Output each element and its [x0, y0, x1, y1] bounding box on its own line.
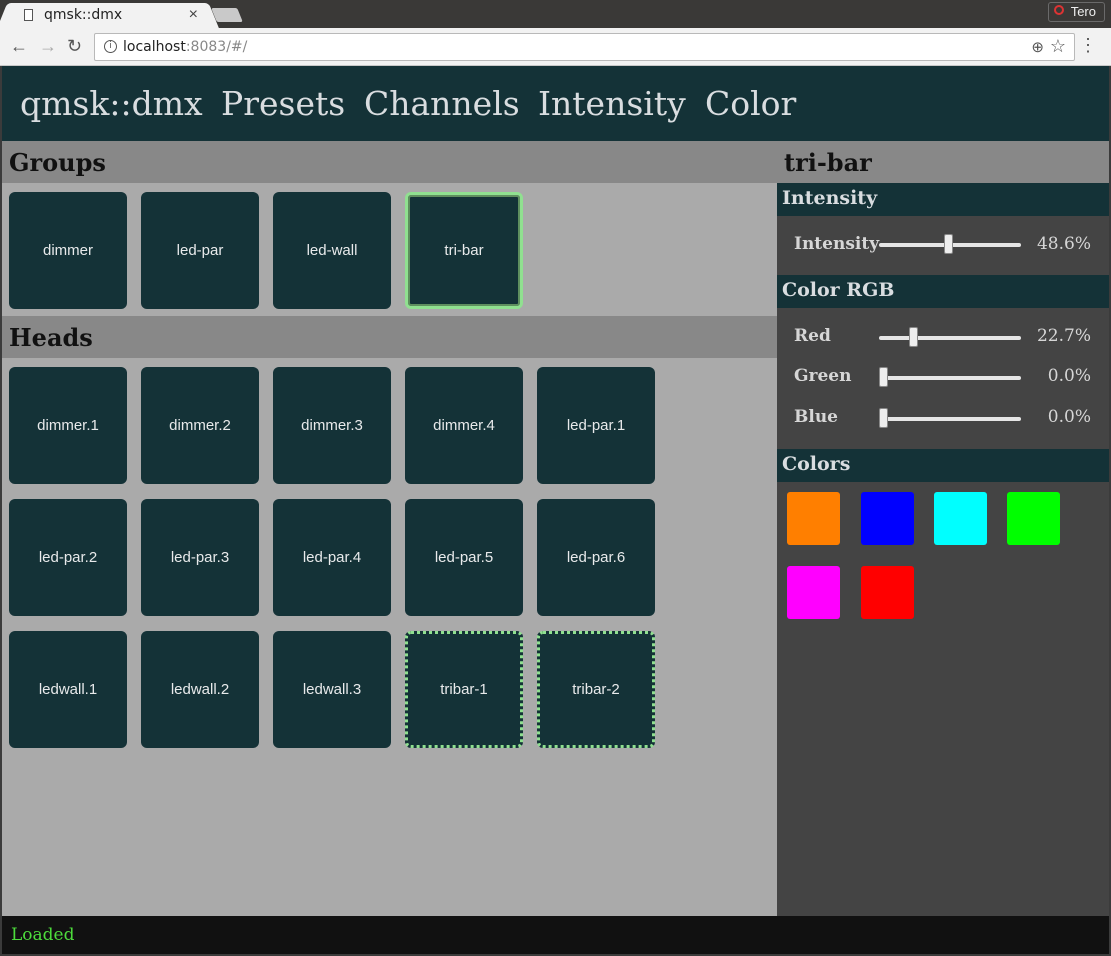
- intensity-slider[interactable]: [879, 234, 1021, 254]
- browser-tabstrip: qmsk::dmx × Tero: [0, 0, 1111, 29]
- nav-intensity[interactable]: Intensity: [538, 84, 686, 123]
- head-tile[interactable]: led-par.3: [141, 499, 259, 616]
- red-slider[interactable]: [879, 327, 1021, 347]
- app: qmsk::dmx Presets Channels Intensity Col…: [2, 66, 1109, 954]
- red-label: Red: [794, 326, 831, 346]
- group-tile[interactable]: led-wall: [273, 192, 391, 309]
- bookmark-star-icon[interactable]: ☆: [1050, 36, 1066, 57]
- group-tile[interactable]: dimmer: [9, 192, 127, 309]
- browser-toolbar: ← → ↻ i localhost:8083/#/ ⊕ ☆ ⋮: [0, 28, 1111, 66]
- nav-channels[interactable]: Channels: [364, 84, 520, 123]
- detail-title: tri-bar: [784, 148, 872, 177]
- head-tile[interactable]: led-par.1: [537, 367, 655, 484]
- head-tile-highlighted[interactable]: tribar-1: [405, 631, 523, 748]
- intensity-header: Intensity: [777, 183, 1109, 216]
- profile-icon: [1053, 5, 1064, 15]
- red-slider-thumb[interactable]: [909, 327, 919, 347]
- head-tile[interactable]: ledwall.1: [9, 631, 127, 748]
- new-tab-button[interactable]: [211, 8, 243, 22]
- green-value: 0.0%: [1047, 366, 1091, 386]
- intensity-header-label: Intensity: [782, 187, 878, 209]
- head-tile-highlighted[interactable]: tribar-2: [537, 631, 655, 748]
- intensity-label: Intensity: [794, 234, 880, 254]
- browser-menu-icon[interactable]: ⋮: [1079, 36, 1097, 54]
- page-favicon-icon: [24, 9, 33, 21]
- intensity-slider-thumb[interactable]: [943, 234, 953, 254]
- profile-name: Tero: [1070, 4, 1096, 19]
- tab-title: qmsk::dmx: [44, 7, 123, 23]
- color-rgb-header: Color RGB: [777, 275, 1109, 308]
- green-slider-thumb[interactable]: [879, 367, 888, 387]
- group-tile[interactable]: led-par: [141, 192, 259, 309]
- blue-label: Blue: [794, 407, 839, 427]
- head-tile[interactable]: ledwall.2: [141, 631, 259, 748]
- url-host: localhost: [123, 39, 186, 55]
- brand-link[interactable]: qmsk::dmx: [20, 84, 203, 123]
- address-bar[interactable]: i localhost:8083/#/ ⊕ ☆: [94, 33, 1075, 61]
- head-tile[interactable]: led-par.2: [9, 499, 127, 616]
- groups-header: Groups: [2, 141, 777, 183]
- browser-tab[interactable]: qmsk::dmx ×: [10, 3, 206, 29]
- color-swatch-blue[interactable]: [861, 492, 914, 545]
- head-tile[interactable]: ledwall.3: [273, 631, 391, 748]
- url-text[interactable]: localhost:8083/#/: [123, 39, 247, 55]
- main-panel: Groups dimmer led-par led-wall tri-bar H…: [2, 141, 777, 916]
- site-info-icon[interactable]: i: [104, 40, 117, 53]
- forward-icon[interactable]: →: [39, 36, 57, 56]
- blue-slider-thumb[interactable]: [879, 408, 888, 428]
- green-label: Green: [794, 366, 852, 386]
- head-tile[interactable]: led-par.6: [537, 499, 655, 616]
- groups-title: Groups: [9, 148, 106, 177]
- zoom-icon[interactable]: ⊕: [1031, 38, 1044, 56]
- color-swatch-magenta[interactable]: [787, 566, 840, 619]
- detail-panel: tri-bar Intensity Intensity 48.6% Color …: [777, 141, 1109, 916]
- reload-icon[interactable]: ↻: [67, 36, 82, 56]
- url-path: :8083/#/: [185, 39, 248, 55]
- green-slider[interactable]: [879, 367, 1021, 387]
- color-swatch-green[interactable]: [1007, 492, 1060, 545]
- profile-button[interactable]: Tero: [1047, 2, 1105, 22]
- nav-presets[interactable]: Presets: [221, 84, 345, 123]
- app-navbar: qmsk::dmx Presets Channels Intensity Col…: [2, 66, 1109, 141]
- head-tile[interactable]: dimmer.3: [273, 367, 391, 484]
- detail-title-bar: tri-bar: [777, 141, 1109, 183]
- head-tile[interactable]: led-par.4: [273, 499, 391, 616]
- status-text: Loaded: [11, 925, 75, 945]
- blue-value: 0.0%: [1047, 407, 1091, 427]
- heads-title: Heads: [9, 323, 93, 352]
- color-rgb-header-label: Color RGB: [782, 279, 895, 301]
- status-bar: Loaded: [2, 916, 1109, 954]
- color-swatch-cyan[interactable]: [934, 492, 987, 545]
- head-tile[interactable]: dimmer.2: [141, 367, 259, 484]
- head-tile[interactable]: dimmer.4: [405, 367, 523, 484]
- intensity-value: 48.6%: [1036, 234, 1091, 254]
- red-value: 22.7%: [1036, 326, 1091, 346]
- close-tab-icon[interactable]: ×: [189, 6, 198, 24]
- colors-header: Colors: [777, 449, 1109, 482]
- blue-slider[interactable]: [879, 408, 1021, 428]
- group-tile-selected[interactable]: tri-bar: [405, 192, 523, 309]
- nav-color[interactable]: Color: [705, 84, 796, 123]
- heads-header: Heads: [2, 316, 777, 358]
- colors-header-label: Colors: [782, 453, 851, 475]
- color-swatch-orange[interactable]: [787, 492, 840, 545]
- head-tile[interactable]: dimmer.1: [9, 367, 127, 484]
- back-icon[interactable]: ←: [10, 36, 28, 56]
- head-tile[interactable]: led-par.5: [405, 499, 523, 616]
- color-swatch-red[interactable]: [861, 566, 914, 619]
